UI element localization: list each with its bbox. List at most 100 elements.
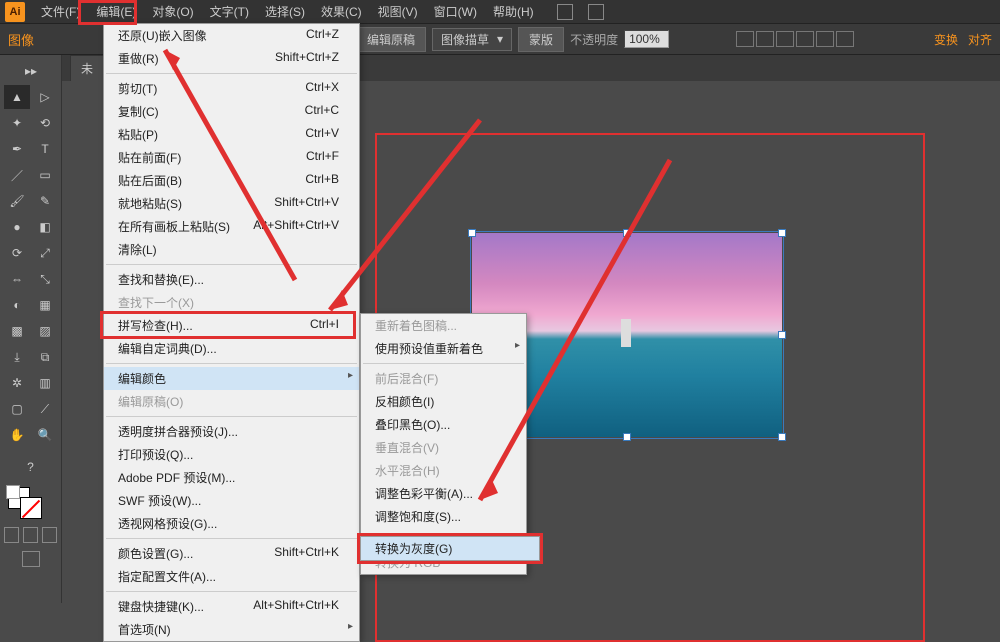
tool-pencil[interactable]: ✎ bbox=[32, 189, 58, 213]
selection-handle[interactable] bbox=[778, 229, 786, 237]
menu-object[interactable]: 对象(O) bbox=[144, 0, 201, 23]
edit-menu-item-12[interactable]: 查找和替换(E)... bbox=[104, 268, 359, 291]
color-swatches[interactable] bbox=[0, 483, 61, 523]
edit-menu-item-4[interactable]: 复制(C)Ctrl+C bbox=[104, 100, 359, 123]
menu-file[interactable]: 文件(F) bbox=[33, 0, 88, 23]
tool-scale[interactable]: ⤢ bbox=[32, 241, 58, 265]
edit-menu-item-23[interactable]: SWF 预设(W)... bbox=[104, 489, 359, 512]
menu-view[interactable]: 视图(V) bbox=[370, 0, 426, 23]
menu-type[interactable]: 文字(T) bbox=[202, 0, 257, 23]
align-top-icon[interactable] bbox=[796, 31, 814, 47]
screen-mode-icons bbox=[0, 547, 61, 571]
menu-select[interactable]: 选择(S) bbox=[257, 0, 313, 23]
edit-original-button[interactable]: 编辑原稿 bbox=[356, 27, 426, 52]
selection-handle[interactable] bbox=[623, 433, 631, 441]
edit-color-item-4[interactable]: 反相颜色(I) bbox=[361, 390, 526, 413]
edit-menu-item-6[interactable]: 贴在前面(F)Ctrl+F bbox=[104, 146, 359, 169]
image-trace-dropdown[interactable]: 图像描草▾ bbox=[432, 28, 512, 51]
tool-paintbrush[interactable]: 🖌 bbox=[4, 189, 30, 213]
edit-menu-item-15[interactable]: 编辑自定词典(D)... bbox=[104, 337, 359, 360]
menu-window[interactable]: 窗口(W) bbox=[426, 0, 485, 23]
document-tab[interactable]: 未 bbox=[70, 55, 104, 81]
edit-color-item-7: 水平混合(H) bbox=[361, 459, 526, 482]
tool-shape-builder[interactable]: ◐ bbox=[4, 293, 30, 317]
edit-menu-item-1[interactable]: 重做(R)Shift+Ctrl+Z bbox=[104, 47, 359, 70]
tool-rectangle[interactable]: ▭ bbox=[32, 163, 58, 187]
tool-eraser[interactable]: ◧ bbox=[32, 215, 58, 239]
tool-perspective[interactable]: ▦ bbox=[32, 293, 58, 317]
tool-free-transform[interactable]: ⤡ bbox=[32, 267, 58, 291]
tool-width[interactable]: ⇔ bbox=[4, 267, 30, 291]
edit-menu-item-17[interactable]: 编辑颜色 bbox=[104, 367, 359, 390]
align-link[interactable]: 对齐 bbox=[968, 31, 992, 48]
tool-type[interactable]: T bbox=[32, 137, 58, 161]
edit-menu-item-0[interactable]: 还原(U)嵌入图像Ctrl+Z bbox=[104, 24, 359, 47]
menuitem-convert-grayscale[interactable]: 转换为灰度(G) bbox=[361, 537, 539, 560]
tool-slice[interactable]: ⟋ bbox=[32, 397, 58, 421]
align-vcenter-icon[interactable] bbox=[816, 31, 834, 47]
tool-pen[interactable]: ✒ bbox=[4, 137, 30, 161]
edit-menu-item-26[interactable]: 颜色设置(G)...Shift+Ctrl+K bbox=[104, 542, 359, 565]
tool-mesh[interactable]: ▩ bbox=[4, 319, 30, 343]
edit-menu-item-7[interactable]: 贴在后面(B)Ctrl+B bbox=[104, 169, 359, 192]
align-hcenter-icon[interactable] bbox=[756, 31, 774, 47]
edit-menu-item-22[interactable]: Adobe PDF 预设(M)... bbox=[104, 466, 359, 489]
edit-menu-item-3[interactable]: 剪切(T)Ctrl+X bbox=[104, 77, 359, 100]
selection-type-label: 图像 bbox=[8, 30, 34, 49]
tool-zoom[interactable]: 🔍 bbox=[32, 423, 58, 447]
tool-artboard[interactable]: ▢ bbox=[4, 397, 30, 421]
selection-handle[interactable] bbox=[623, 229, 631, 237]
selection-handle[interactable] bbox=[778, 331, 786, 339]
edit-menu-item-20[interactable]: 透明度拼合器预设(J)... bbox=[104, 420, 359, 443]
edit-menu-item-9[interactable]: 在所有画板上粘贴(S)Alt+Shift+Ctrl+V bbox=[104, 215, 359, 238]
edit-menu-item-10[interactable]: 清除(L) bbox=[104, 238, 359, 261]
selection-handle[interactable] bbox=[778, 433, 786, 441]
edit-menu-item-24[interactable]: 透视网格预设(G)... bbox=[104, 512, 359, 535]
tool-symbol-sprayer[interactable]: ✲ bbox=[4, 371, 30, 395]
selection-handle[interactable] bbox=[468, 229, 476, 237]
draw-behind-icon[interactable] bbox=[23, 527, 38, 543]
menubar: Ai 文件(F) 编辑(E) 对象(O) 文字(T) 选择(S) 效果(C) 视… bbox=[0, 0, 1000, 23]
edit-menu-item-14[interactable]: 拼写检查(H)...Ctrl+I bbox=[104, 314, 359, 337]
edit-color-item-0: 重新着色图稿... bbox=[361, 314, 526, 337]
stroke-swatch[interactable] bbox=[20, 497, 42, 519]
edit-color-item-8[interactable]: 调整色彩平衡(A)... bbox=[361, 482, 526, 505]
edit-menu-item-8[interactable]: 就地粘贴(S)Shift+Ctrl+V bbox=[104, 192, 359, 215]
align-right-icon[interactable] bbox=[776, 31, 794, 47]
tool-line[interactable]: ／ bbox=[4, 163, 30, 187]
menu-edit[interactable]: 编辑(E) bbox=[88, 0, 144, 23]
menu-help[interactable]: 帮助(H) bbox=[485, 0, 542, 23]
tool-gradient[interactable]: ▨ bbox=[32, 319, 58, 343]
edit-menu-item-27[interactable]: 指定配置文件(A)... bbox=[104, 565, 359, 588]
tool-blob-brush[interactable]: ● bbox=[4, 215, 30, 239]
tool-magic-wand[interactable]: ✦ bbox=[4, 111, 30, 135]
edit-menu-item-29[interactable]: 键盘快捷键(K)...Alt+Shift+Ctrl+K bbox=[104, 595, 359, 618]
align-bottom-icon[interactable] bbox=[836, 31, 854, 47]
edit-color-item-1[interactable]: 使用预设值重新着色 bbox=[361, 337, 526, 360]
tool-tab-handle[interactable]: ▸▸ bbox=[18, 59, 44, 83]
draw-inside-icon[interactable] bbox=[42, 527, 57, 543]
tool-eyedropper[interactable]: ⤓ bbox=[4, 345, 30, 369]
menu-effect[interactable]: 效果(C) bbox=[313, 0, 370, 23]
tool-blend[interactable]: ⧉ bbox=[32, 345, 58, 369]
tool-direct-selection[interactable]: ▷ bbox=[32, 85, 58, 109]
tool-hand[interactable]: ✋ bbox=[4, 423, 30, 447]
edit-menu-item-5[interactable]: 粘贴(P)Ctrl+V bbox=[104, 123, 359, 146]
screen-mode-icon[interactable] bbox=[22, 551, 40, 567]
tool-question[interactable]: ? bbox=[18, 455, 44, 479]
transform-link[interactable]: 变换 bbox=[934, 31, 958, 48]
tool-rotate[interactable]: ⟳ bbox=[4, 241, 30, 265]
edit-color-item-5[interactable]: 叠印黑色(O)... bbox=[361, 413, 526, 436]
arrange-icon[interactable] bbox=[588, 4, 604, 20]
tool-graph[interactable]: ▥ bbox=[32, 371, 58, 395]
opacity-input[interactable] bbox=[624, 30, 669, 48]
edit-color-item-9[interactable]: 调整饱和度(S)... bbox=[361, 505, 526, 528]
draw-normal-icon[interactable] bbox=[4, 527, 19, 543]
edit-menu-item-30[interactable]: 首选项(N) bbox=[104, 618, 359, 641]
mask-button[interactable]: 蒙版 bbox=[518, 27, 564, 52]
bridge-icon[interactable] bbox=[557, 4, 573, 20]
tool-selection[interactable]: ▲ bbox=[4, 85, 30, 109]
edit-menu-item-21[interactable]: 打印预设(Q)... bbox=[104, 443, 359, 466]
align-left-icon[interactable] bbox=[736, 31, 754, 47]
tool-lasso[interactable]: ⟲ bbox=[32, 111, 58, 135]
